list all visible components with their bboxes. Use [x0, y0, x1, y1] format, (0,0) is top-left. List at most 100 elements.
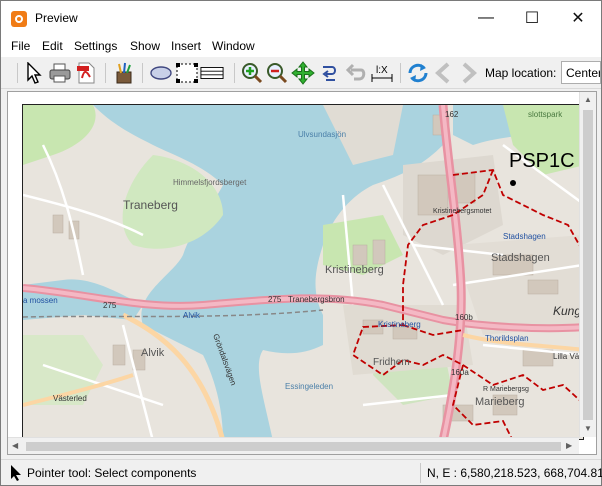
- menu-edit[interactable]: Edit: [42, 39, 63, 53]
- draw-tool-button[interactable]: [112, 61, 136, 85]
- window-title: Preview: [35, 11, 78, 25]
- scroll-up-icon[interactable]: ▲: [584, 95, 592, 104]
- app-icon: [11, 11, 27, 27]
- maximize-icon: ☐: [524, 10, 540, 27]
- kristinebergsmotet-label: Kristinebergsmotet: [433, 208, 491, 215]
- menu-show[interactable]: Show: [130, 39, 160, 53]
- move-arrows-icon: [291, 61, 315, 85]
- toolbar-separator: [400, 63, 401, 83]
- rotate-button[interactable]: [317, 61, 341, 85]
- menu-window[interactable]: Window: [212, 39, 255, 53]
- essingeleden-label: Essingeleden: [285, 382, 333, 391]
- close-button[interactable]: ✕: [555, 1, 601, 35]
- zoom-out-button[interactable]: [265, 61, 289, 85]
- psp-label: PSP1C: [509, 150, 575, 172]
- pan-button[interactable]: [291, 61, 315, 85]
- rotate-icon: [322, 66, 336, 81]
- mariebergsgatan-label: R Mariebergsg: [483, 386, 529, 393]
- toolbar: l:X Map location: Center: [1, 57, 601, 89]
- traneberg-label: Traneberg: [123, 198, 178, 212]
- table-icon: [200, 67, 224, 79]
- toolbar-separator: [105, 63, 106, 83]
- alvik-label: Alvik: [141, 347, 165, 359]
- tranebergsbron-label: Tranebergsbron: [288, 295, 345, 304]
- toolbar-separator: [142, 63, 143, 83]
- kristineberg-label: Kristineberg: [325, 264, 384, 276]
- zoom-in-icon: [242, 63, 263, 84]
- road-160b-label: 160b: [455, 313, 473, 322]
- scroll-right-icon[interactable]: ▶: [566, 441, 572, 450]
- vasterled-label: Västerled: [53, 394, 87, 403]
- psp-marker: [510, 180, 516, 186]
- printer-icon: [49, 63, 71, 83]
- title-bar: Preview — ☐ ✕: [1, 1, 601, 35]
- thorildsplan-label: Thorildsplan: [485, 334, 529, 343]
- zoom-in-button[interactable]: [240, 61, 264, 85]
- refresh-button[interactable]: [406, 61, 430, 85]
- road-162-label: 162: [445, 110, 459, 119]
- pointer-status-icon: [11, 465, 21, 481]
- pencil-cup-icon: [116, 62, 132, 84]
- measure-button[interactable]: l:X: [370, 61, 394, 85]
- menu-bar: File Edit Settings Show Insert Window: [1, 35, 601, 57]
- road-160a-label: 160a: [451, 368, 469, 377]
- ulvsundasjon-label: Ulvsundasjön: [298, 130, 346, 139]
- frame-tool-button[interactable]: [175, 61, 199, 85]
- pointer-tool-button[interactable]: [22, 61, 46, 85]
- refresh-icon: [408, 63, 428, 83]
- slottspark-label: slottspark: [528, 110, 563, 119]
- pointer-icon: [27, 62, 42, 84]
- ellipse-tool-button[interactable]: [149, 61, 173, 85]
- zoom-out-icon: [267, 63, 288, 84]
- horizontal-scroll-thumb[interactable]: [26, 442, 561, 451]
- undo-button[interactable]: [344, 61, 368, 85]
- menu-settings[interactable]: Settings: [74, 39, 117, 53]
- table-tool-button[interactable]: [200, 61, 224, 85]
- close-icon: ✕: [571, 10, 585, 27]
- map-canvas: PSP1C Traneberg Himmelsfjordsberget Kris…: [23, 105, 583, 439]
- vertical-scroll-thumb[interactable]: [583, 110, 593, 420]
- frame-icon: [176, 63, 198, 83]
- toolbar-separator: [17, 63, 18, 83]
- minimize-icon: —: [478, 9, 494, 26]
- vertical-scrollbar[interactable]: ▲ ▼: [579, 92, 596, 437]
- forward-button[interactable]: [456, 61, 480, 85]
- alvik-station-label: Alvik: [183, 311, 201, 320]
- road-275-label: 275: [103, 301, 117, 310]
- coordinate-readout: N, E : 6,580,218.523, 668,704.819: [427, 466, 602, 480]
- back-button[interactable]: [432, 61, 456, 85]
- map-frame[interactable]: PSP1C Traneberg Himmelsfjordsberget Kris…: [22, 104, 584, 440]
- menu-file[interactable]: File: [11, 39, 30, 53]
- scroll-left-icon[interactable]: ◀: [12, 441, 18, 450]
- menu-insert[interactable]: Insert: [171, 39, 201, 53]
- minimize-button[interactable]: —: [463, 1, 509, 35]
- mossen-label: a mossen: [23, 296, 58, 305]
- export-pdf-button[interactable]: [74, 61, 98, 85]
- horizontal-scrollbar[interactable]: ◀ ▶: [8, 437, 579, 454]
- map-location-label: Map location:: [485, 66, 557, 80]
- kristineberg-station-label: Kristineberg: [378, 320, 421, 329]
- undo-icon: [345, 63, 366, 81]
- pdf-icon: [77, 62, 95, 84]
- print-button[interactable]: [48, 61, 72, 85]
- status-divider: [420, 463, 421, 483]
- map-location-select[interactable]: Center: [561, 61, 601, 84]
- kungsholmen-label: Kung: [553, 304, 581, 318]
- marieberg-label: Marieberg: [475, 396, 525, 408]
- status-message: Pointer tool: Select components: [27, 466, 197, 480]
- measure-icon: l:X: [371, 65, 393, 82]
- scroll-down-icon[interactable]: ▼: [584, 424, 592, 433]
- maximize-button[interactable]: ☐: [509, 1, 555, 35]
- himmelsfjordsberget-label: Himmelsfjordsberget: [173, 178, 247, 187]
- svg-text:l:X: l:X: [376, 65, 388, 76]
- stadshagen-label: Stadshagen: [491, 252, 550, 264]
- ellipse-icon: [150, 66, 172, 80]
- preview-viewport[interactable]: PSP1C Traneberg Himmelsfjordsberget Kris…: [7, 91, 597, 455]
- arrow-right-icon: [462, 62, 477, 84]
- road-275-label: 275: [268, 295, 282, 304]
- toolbar-separator: [234, 63, 235, 83]
- status-bar: Pointer tool: Select components N, E : 6…: [1, 459, 602, 485]
- arrow-left-icon: [435, 62, 450, 84]
- preview-window: Preview — ☐ ✕ File Edit Settings Show In…: [0, 0, 602, 486]
- stadshagen-station-label: Stadshagen: [503, 232, 546, 241]
